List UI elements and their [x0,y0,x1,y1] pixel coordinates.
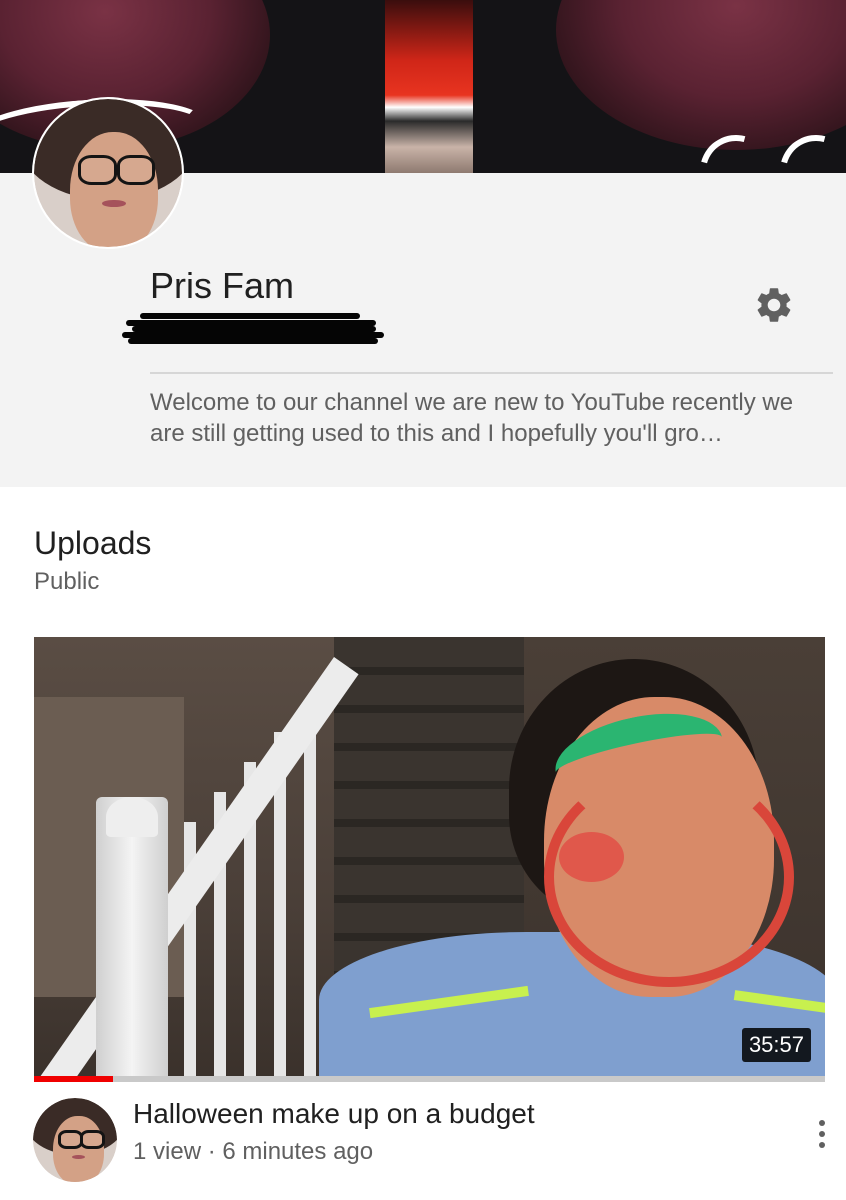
redaction-scribble [122,311,386,345]
settings-button[interactable] [752,283,796,327]
channel-avatar[interactable] [32,97,184,249]
banner-art-center [385,0,473,173]
banner-art-right [556,0,846,150]
video-channel-avatar[interactable] [33,1098,117,1182]
video-thumbnail[interactable]: 35:57 [34,637,825,1082]
video-duration-badge: 35:57 [741,1028,811,1062]
avatar-photo [34,99,182,247]
gear-icon [757,288,791,322]
channel-description[interactable]: Welcome to our channel we are new to You… [150,387,833,449]
channel-name: Pris Fam [150,265,294,306]
video-title[interactable]: Halloween make up on a budget [133,1098,535,1130]
watch-progress-fill [34,1076,114,1082]
uploads-visibility: Public [34,568,100,595]
video-meta: 1 view · 6 minutes ago [133,1138,374,1165]
more-options-button[interactable] [805,1112,839,1156]
avatar-photo [33,1098,117,1182]
uploads-heading[interactable]: Uploads [34,525,151,562]
watch-progress-bar [34,1076,825,1082]
more-vert-icon [819,1120,825,1126]
header-divider [150,372,833,374]
